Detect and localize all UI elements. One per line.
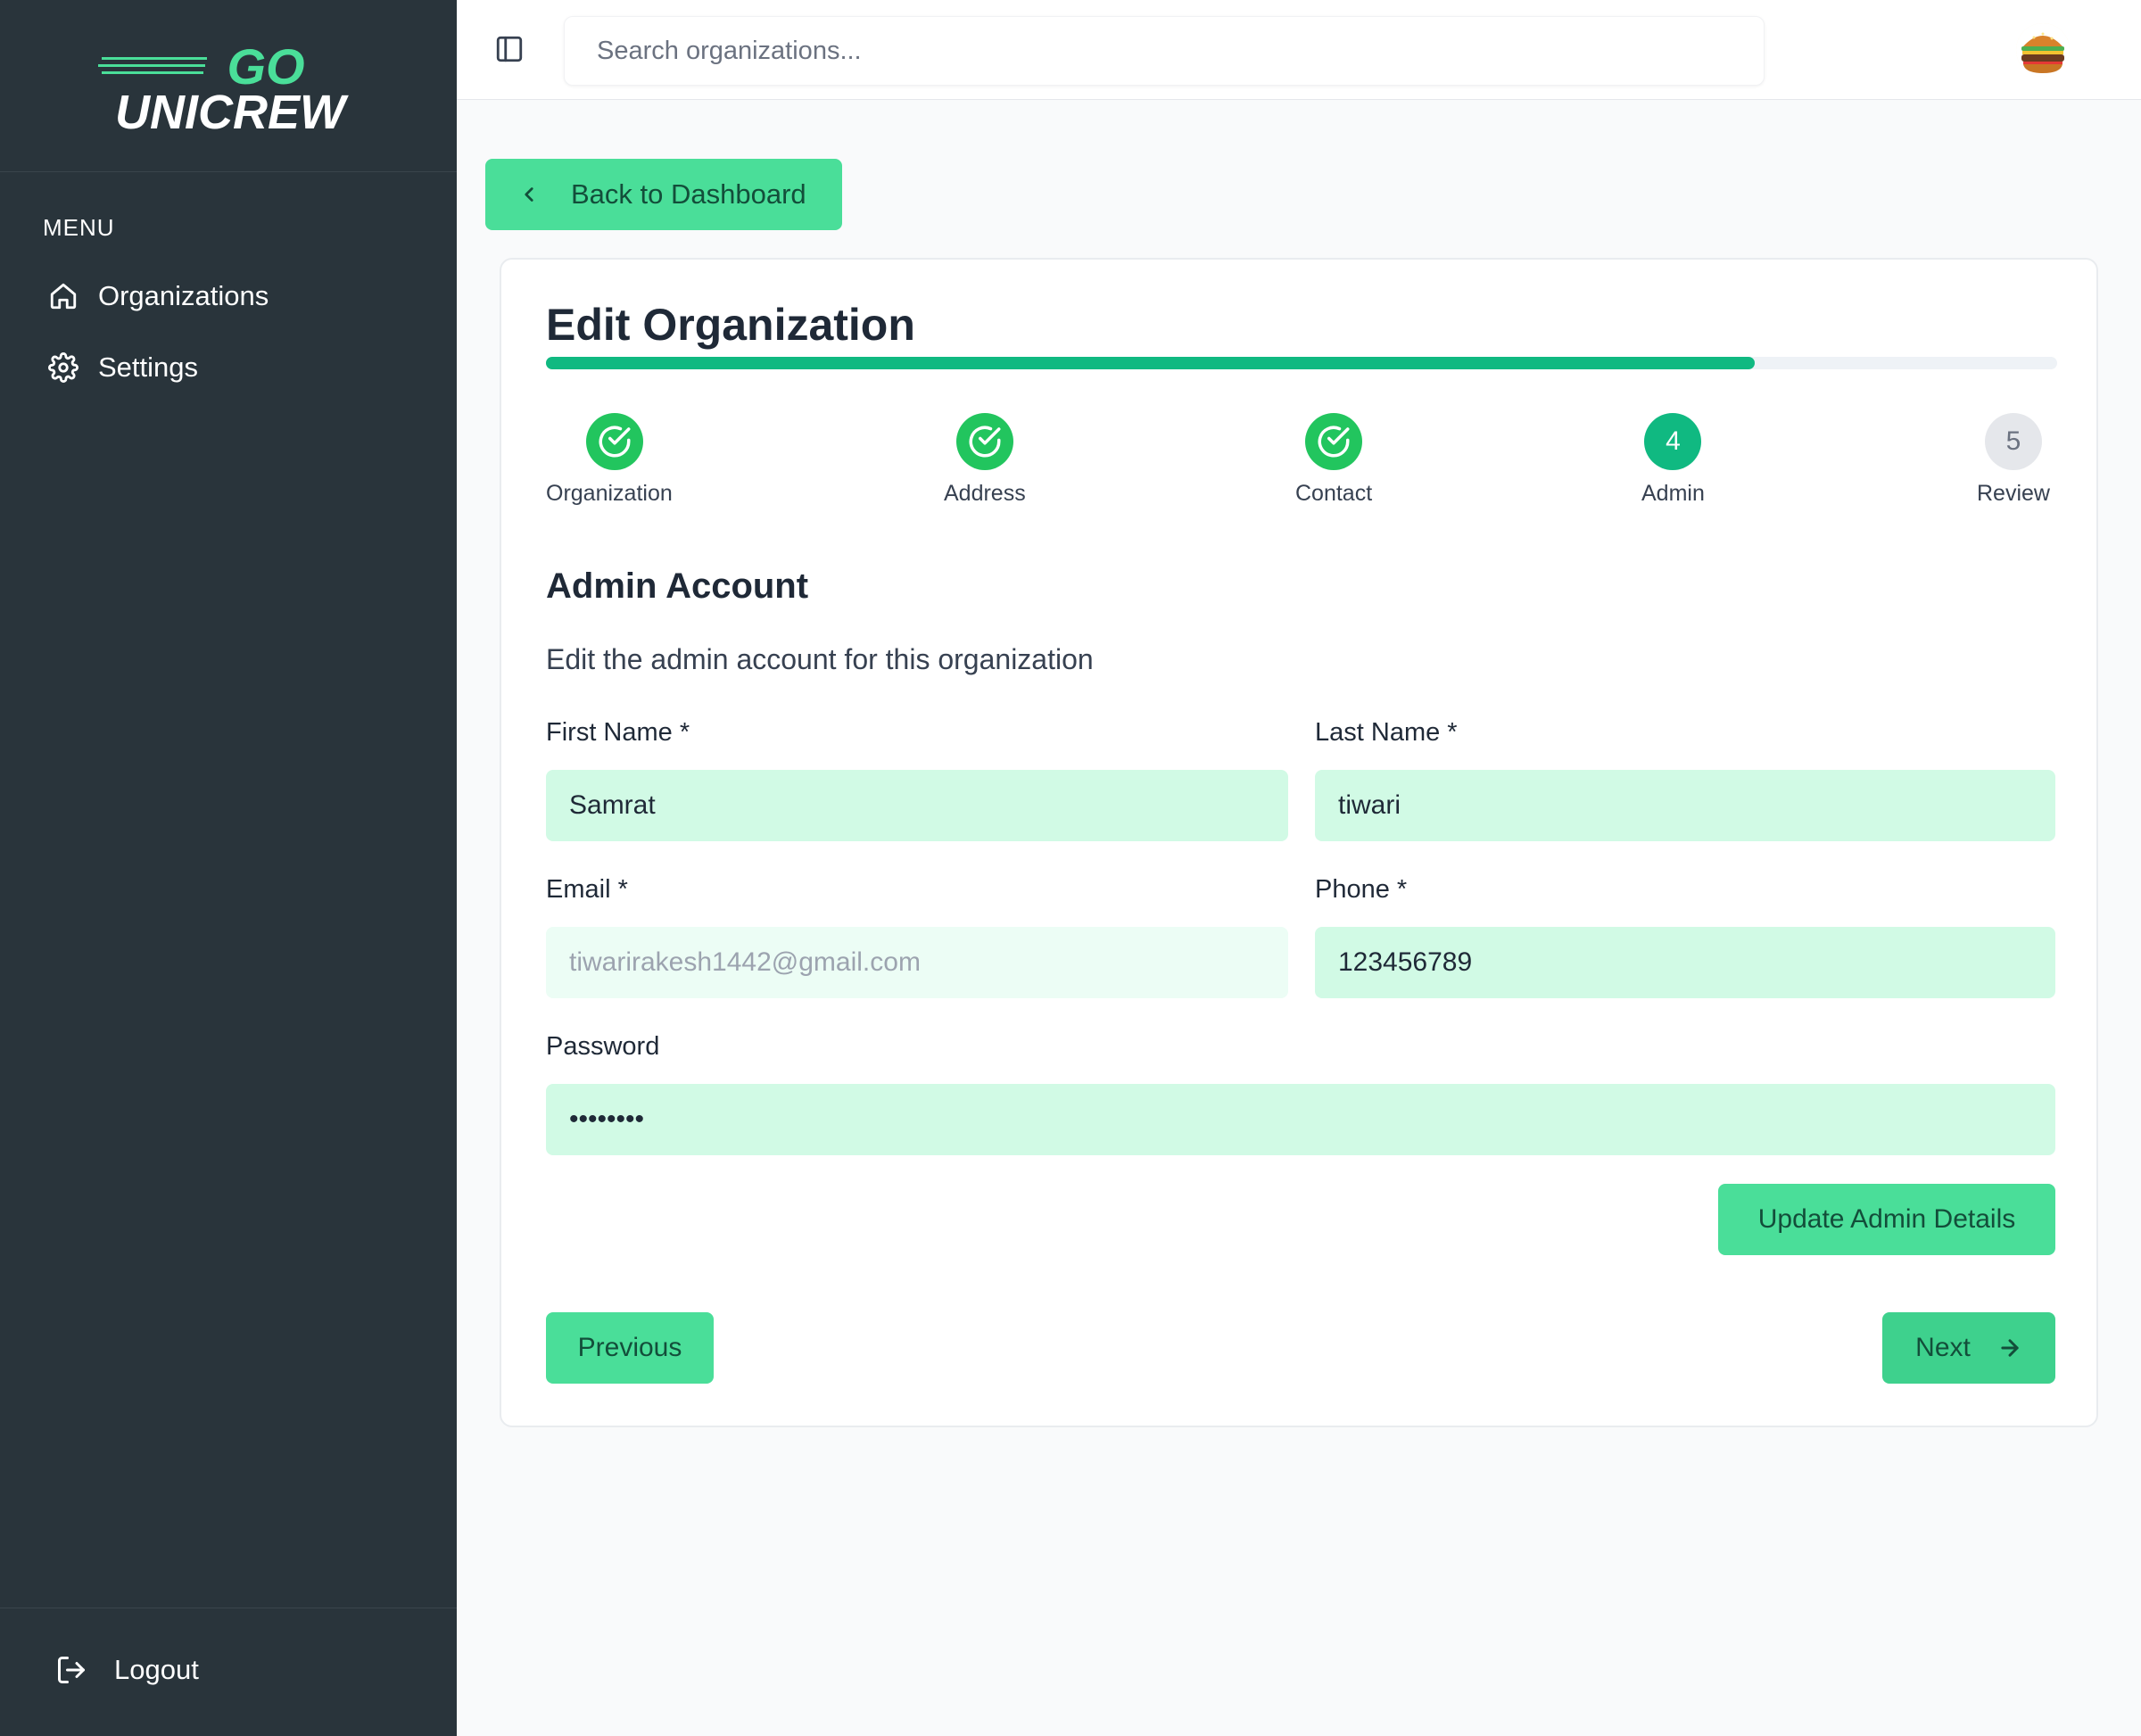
step-contact[interactable]: Contact — [1295, 413, 1372, 507]
phone-field[interactable] — [1315, 927, 2055, 998]
check-circle-icon — [969, 426, 1001, 458]
progress-bar-fill — [546, 357, 1756, 369]
search-box — [564, 16, 1765, 86]
first-name-field[interactable] — [546, 770, 1288, 841]
home-icon — [50, 283, 77, 310]
logout-label: Logout — [114, 1654, 199, 1685]
step-address[interactable]: Address — [944, 413, 1026, 507]
step-label: Contact — [1295, 481, 1373, 506]
step-label: Admin — [1641, 481, 1705, 506]
last-name-field[interactable] — [1315, 770, 2055, 841]
progress-bar — [546, 357, 2057, 369]
phone-label: Phone * — [1315, 875, 1408, 904]
step-label: Review — [1977, 481, 2050, 506]
sidebar-divider — [0, 171, 457, 172]
search-input[interactable] — [565, 17, 1764, 85]
step-number-indicator: 5 — [1984, 413, 2042, 470]
section-title: Admin Account — [546, 566, 809, 606]
sidebar-item-label: Organizations — [98, 280, 269, 311]
step-complete-indicator — [1305, 413, 1363, 470]
unicrew-logo[interactable]: GO UNICREW — [96, 37, 364, 139]
email-field — [546, 927, 1288, 998]
logo-bottom-text: UNICREW — [115, 86, 349, 136]
step-label: Organization — [546, 481, 673, 506]
step-number-indicator: 4 — [1644, 413, 1702, 470]
burger-avatar-icon — [2016, 23, 2070, 77]
check-circle-icon — [1318, 426, 1350, 458]
first-name-label: First Name * — [546, 718, 690, 747]
step-label: Address — [944, 481, 1026, 506]
avatar[interactable] — [2016, 23, 2070, 77]
back-to-dashboard-button[interactable]: Back to Dashboard — [485, 159, 842, 230]
step-admin[interactable]: 4 Admin — [1641, 413, 1705, 507]
top-bar — [457, 0, 2141, 100]
sidebar: GO UNICREW MENU Organizations Settings L… — [0, 0, 457, 1736]
menu-heading: MENU — [43, 214, 115, 241]
chevron-left-icon — [525, 187, 533, 202]
update-admin-details-button[interactable]: Update Admin Details — [1718, 1184, 2055, 1255]
arrow-right-icon — [2001, 1339, 2019, 1357]
edit-organization-card: Edit Organization Organization Address C… — [500, 258, 2098, 1427]
step-complete-indicator — [955, 413, 1013, 470]
email-label: Email * — [546, 875, 628, 904]
logo-graphic: GO UNICREW — [98, 38, 349, 139]
step-review[interactable]: 5 Review — [1977, 413, 2050, 507]
gear-icon — [48, 352, 79, 383]
panel-left-icon — [496, 36, 523, 62]
last-name-label: Last Name * — [1315, 718, 1458, 747]
sidebar-item-organizations[interactable]: Organizations — [48, 280, 269, 312]
step-organization[interactable]: Organization — [546, 413, 673, 507]
step-complete-indicator — [586, 413, 643, 470]
logout-icon — [58, 1657, 85, 1683]
sidebar-item-label: Settings — [98, 351, 199, 383]
next-button-label: Next — [1915, 1333, 1971, 1362]
sidebar-toggle-button[interactable] — [494, 34, 525, 64]
page-title: Edit Organization — [546, 300, 915, 350]
previous-button[interactable]: Previous — [546, 1312, 714, 1384]
password-label: Password — [546, 1032, 660, 1061]
check-circle-icon — [599, 426, 631, 458]
password-field[interactable] — [546, 1084, 2055, 1155]
back-button-label: Back to Dashboard — [571, 178, 806, 210]
next-button[interactable]: Next — [1882, 1312, 2055, 1384]
sidebar-item-settings[interactable]: Settings — [48, 351, 198, 384]
logout-button[interactable]: Logout — [55, 1654, 199, 1686]
section-description: Edit the admin account for this organiza… — [546, 643, 1094, 675]
